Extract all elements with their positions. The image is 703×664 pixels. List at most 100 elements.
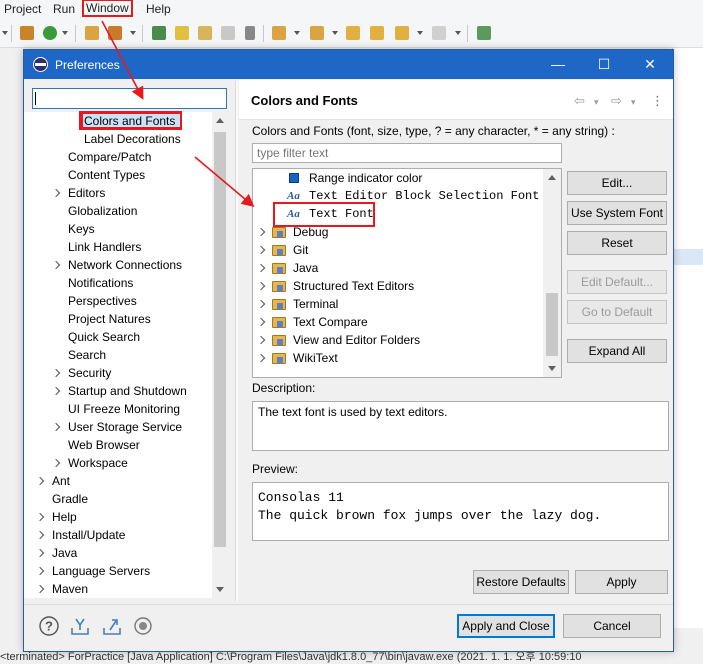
expand-arrow-icon[interactable]: [256, 335, 266, 345]
edit-default-button[interactable]: Edit Default...: [567, 270, 667, 294]
forward-arrow-icon[interactable]: ⇨: [611, 93, 622, 109]
scrollbar-thumb[interactable]: [546, 293, 558, 356]
block-selection-icon[interactable]: [221, 26, 235, 40]
tree-item-security[interactable]: Security: [68, 364, 111, 382]
whitespace-icon[interactable]: [245, 26, 255, 40]
minimize-button[interactable]: —: [535, 50, 581, 79]
expand-arrow-icon[interactable]: [256, 317, 266, 327]
back-icon[interactable]: [370, 26, 384, 40]
tree-item-globalization[interactable]: Globalization: [68, 202, 137, 220]
export-icon[interactable]: [102, 616, 122, 636]
tree-item-maven[interactable]: Maven: [52, 580, 88, 598]
menu-project[interactable]: Project: [4, 2, 41, 16]
expand-arrow-icon[interactable]: [35, 512, 45, 522]
package-icon[interactable]: [20, 26, 34, 40]
tree-item-ui-freeze-monitoring[interactable]: UI Freeze Monitoring: [68, 400, 180, 418]
font-tree-item-git[interactable]: Git: [293, 241, 308, 259]
expand-arrow-icon[interactable]: [256, 263, 266, 273]
scroll-down-arrow-icon[interactable]: [548, 366, 556, 371]
previous-annotation-icon[interactable]: [310, 26, 324, 40]
expand-arrow-icon[interactable]: [35, 566, 45, 576]
tree-item-editors[interactable]: Editors: [68, 184, 105, 202]
back-arrow-icon[interactable]: ⇦: [574, 93, 585, 109]
dropdown-arrow-icon[interactable]: [294, 31, 300, 35]
menu-help[interactable]: Help: [146, 2, 171, 16]
restore-defaults-button[interactable]: Restore Defaults: [473, 570, 569, 594]
font-tree-item-java[interactable]: Java: [293, 259, 318, 277]
dropdown-arrow-icon[interactable]: [2, 31, 8, 35]
open-type-icon[interactable]: [85, 26, 99, 40]
edit-button[interactable]: Edit...: [567, 171, 667, 195]
tree-item-perspectives[interactable]: Perspectives: [68, 292, 137, 310]
tree-item-search[interactable]: Search: [68, 346, 106, 364]
scroll-up-arrow-icon[interactable]: [548, 175, 556, 180]
search-icon[interactable]: [152, 26, 166, 40]
tree-item-user-storage-service[interactable]: User Storage Service: [68, 418, 182, 436]
expand-arrow-icon[interactable]: [51, 386, 61, 396]
use-system-font-button[interactable]: Use System Font: [567, 201, 667, 225]
expand-arrow-icon[interactable]: [256, 299, 266, 309]
external-tools-icon[interactable]: [108, 26, 122, 40]
chevron-down-icon[interactable]: ▾: [631, 97, 636, 108]
font-filter-input[interactable]: type filter text: [252, 143, 562, 163]
scroll-up-arrow-icon[interactable]: [216, 118, 224, 123]
expand-arrow-icon[interactable]: [51, 368, 61, 378]
last-edit-icon[interactable]: [346, 26, 360, 40]
expand-all-button[interactable]: Expand All: [567, 339, 667, 363]
dropdown-arrow-icon[interactable]: [417, 31, 423, 35]
expand-arrow-icon[interactable]: [51, 458, 61, 468]
tree-item-network-connections[interactable]: Network Connections: [68, 256, 182, 274]
expand-arrow-icon[interactable]: [256, 353, 266, 363]
new-window-icon[interactable]: [477, 26, 491, 40]
tree-item-web-browser[interactable]: Web Browser: [68, 436, 140, 454]
tree-item-java[interactable]: Java: [52, 544, 77, 562]
tree-item-label-decorations[interactable]: Label Decorations: [84, 130, 181, 148]
font-tree-item-terminal[interactable]: Terminal: [293, 295, 338, 313]
maximize-button[interactable]: ☐: [581, 50, 627, 79]
tree-item-project-natures[interactable]: Project Natures: [68, 310, 151, 328]
expand-arrow-icon[interactable]: [35, 548, 45, 558]
next-annotation-icon[interactable]: [272, 26, 286, 40]
expand-arrow-icon[interactable]: [256, 227, 266, 237]
expand-arrow-icon[interactable]: [51, 422, 61, 432]
forward-icon[interactable]: [432, 26, 446, 40]
menu-window[interactable]: Window: [82, 0, 133, 17]
font-tree-item-wikitext[interactable]: WikiText: [293, 349, 338, 367]
import-icon[interactable]: [70, 616, 90, 636]
highlight-icon[interactable]: [175, 26, 189, 40]
scrollbar-thumb[interactable]: [214, 132, 226, 547]
expand-arrow-icon[interactable]: [35, 476, 45, 486]
apply-and-close-button[interactable]: Apply and Close: [457, 614, 555, 638]
tree-item-gradle[interactable]: Gradle: [52, 490, 88, 508]
menu-run[interactable]: Run: [53, 2, 75, 16]
tree-item-notifications[interactable]: Notifications: [68, 274, 133, 292]
help-icon[interactable]: ?: [39, 616, 59, 636]
tree-item-link-handlers[interactable]: Link Handlers: [68, 238, 141, 256]
go-to-default-button[interactable]: Go to Default: [567, 300, 667, 324]
tree-item-help[interactable]: Help: [52, 508, 77, 526]
cancel-button[interactable]: Cancel: [563, 614, 661, 638]
expand-arrow-icon[interactable]: [256, 281, 266, 291]
tree-item-ant[interactable]: Ant: [52, 472, 70, 490]
expand-arrow-icon[interactable]: [51, 260, 61, 270]
dropdown-arrow-icon[interactable]: [130, 31, 136, 35]
tree-item-startup-and-shutdown[interactable]: Startup and Shutdown: [68, 382, 187, 400]
dropdown-arrow-icon[interactable]: [62, 31, 68, 35]
tree-scrollbar[interactable]: [212, 112, 228, 598]
tree-item-colors-and-fonts[interactable]: Colors and Fonts: [84, 112, 175, 130]
preferences-tree[interactable]: Colors and Fonts Label Decorations Compa…: [24, 112, 212, 598]
tree-item-keys[interactable]: Keys: [68, 220, 95, 238]
annotation-icon[interactable]: [198, 26, 212, 40]
tree-item-quick-search[interactable]: Quick Search: [68, 328, 140, 346]
reset-button[interactable]: Reset: [567, 231, 667, 255]
font-tree-item-text-compare[interactable]: Text Compare: [293, 313, 368, 331]
colors-fonts-tree[interactable]: Range indicator color Aa Text Editor Blo…: [252, 168, 562, 378]
more-options-icon[interactable]: ⋮: [651, 93, 664, 109]
pane-divider[interactable]: [235, 81, 238, 601]
font-tree-scrollbar[interactable]: [543, 169, 561, 377]
scroll-down-arrow-icon[interactable]: [216, 587, 224, 592]
expand-arrow-icon[interactable]: [256, 245, 266, 255]
tree-item-install-update[interactable]: Install/Update: [52, 526, 125, 544]
run-icon[interactable]: [43, 26, 57, 40]
font-tree-item-view-and-editor-folders[interactable]: View and Editor Folders: [293, 331, 420, 349]
